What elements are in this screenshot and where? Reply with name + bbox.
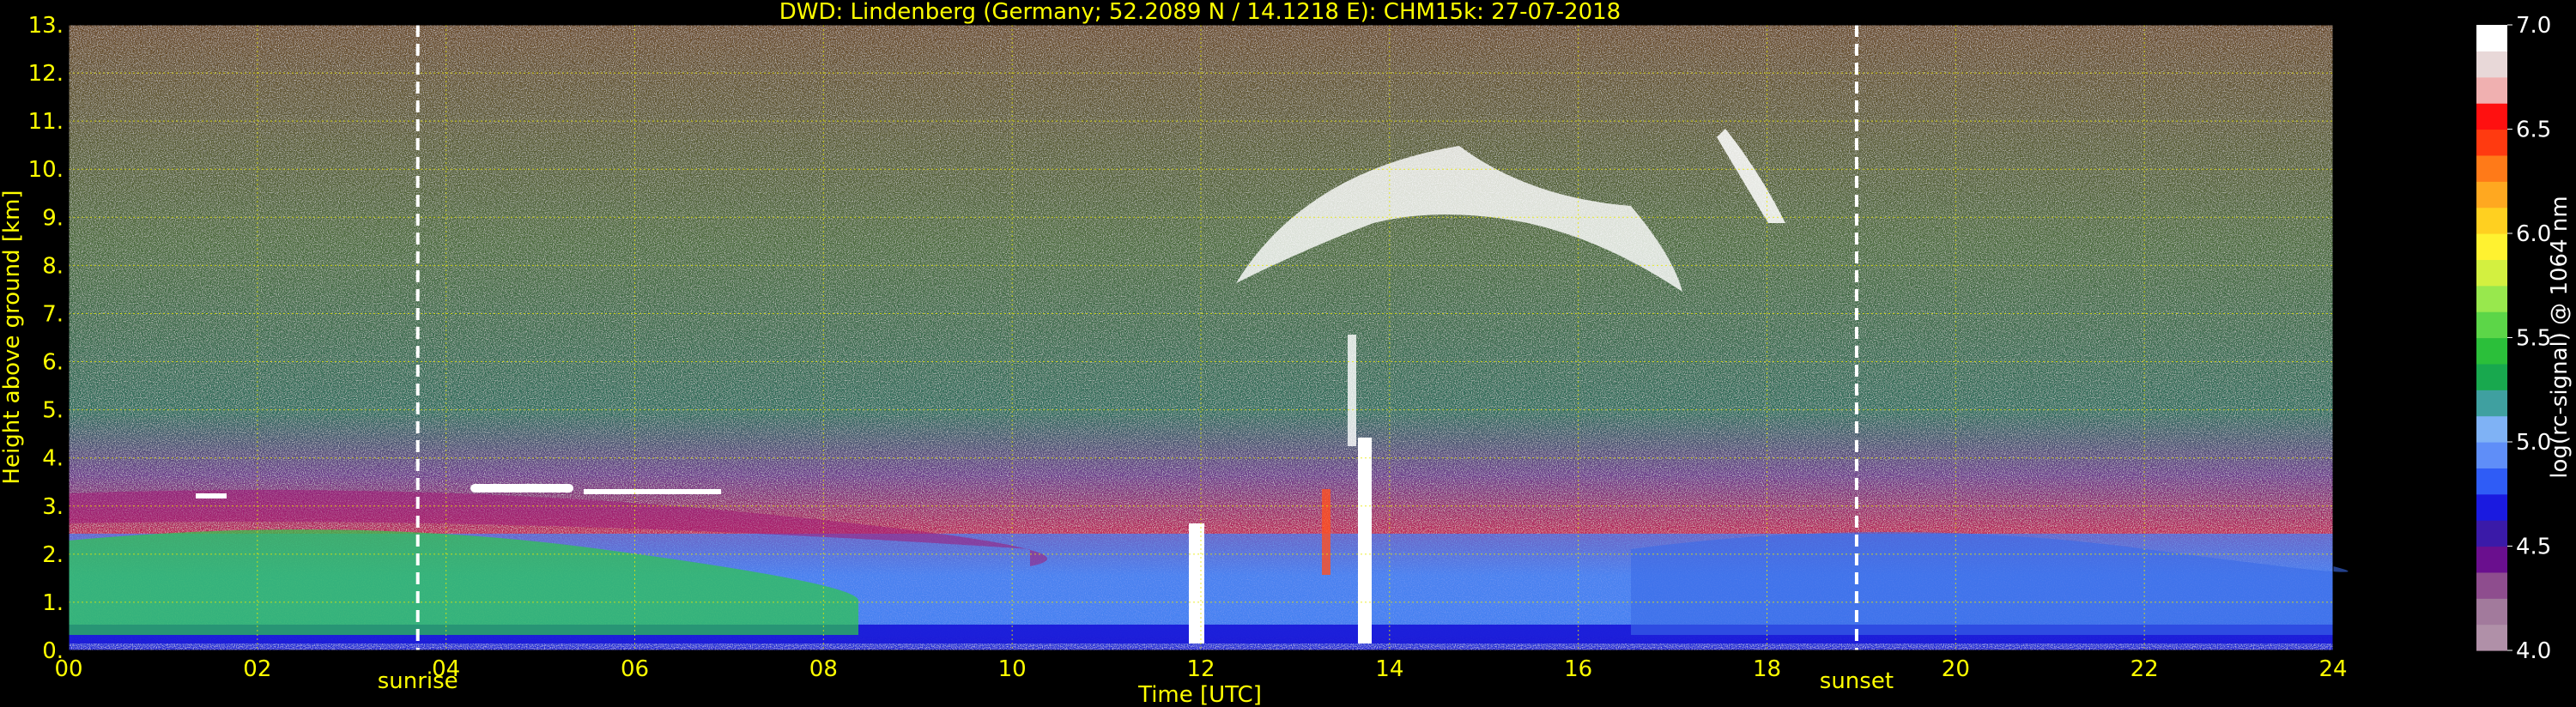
colorbar-segment: [2476, 207, 2507, 234]
y-tick-label: 2.: [42, 542, 64, 568]
y-tick-label: 1.: [42, 590, 64, 616]
colorbar-segment: [2476, 259, 2507, 287]
chart-title: DWD: Lindenberg (Germany; 52.2089 N / 14…: [779, 0, 1621, 25]
colorbar-label: log(rc-signal) @ 1064 nm: [2547, 196, 2573, 478]
colorbar-segment: [2476, 103, 2507, 130]
low-cloud-2: [470, 484, 573, 492]
colorbar-segment: [2476, 598, 2507, 625]
colorbar-segment: [2476, 520, 2507, 547]
colorbar-segment: [2476, 571, 2507, 599]
x-tick-label: 14: [1375, 656, 1403, 682]
plot-area: [68, 24, 2349, 651]
x-tick-label: 22: [2131, 656, 2159, 682]
y-tick-label: 3.: [42, 494, 64, 520]
colorbar-segment: [2476, 624, 2507, 651]
y-tick-label: 12.: [28, 61, 64, 87]
convective-column-4: [1348, 335, 1356, 446]
y-tick-label: 8.: [42, 253, 64, 279]
sunset-label: sunset: [1820, 668, 1894, 694]
colorbar-segment: [2476, 154, 2507, 182]
y-tick-label: 6.: [42, 350, 64, 376]
y-tick-label: 0.: [42, 638, 64, 664]
colorbar-segment: [2476, 233, 2507, 260]
colorbar-segment: [2476, 129, 2507, 156]
y-tick-label: 9.: [42, 205, 64, 231]
colorbar-segment: [2476, 25, 2507, 51]
y-tick-label: 5.: [42, 398, 64, 424]
sunrise-label: sunrise: [378, 668, 458, 694]
x-tick-label: 08: [809, 656, 838, 682]
y-tick-labels: 0. 1. 2. 3. 4. 5. 6. 7. 8. 9. 10. 11. 12. 13.: [28, 13, 64, 664]
colorbar-tick-label: 7.0: [2516, 13, 2551, 39]
colorbar-segment: [2476, 311, 2507, 339]
y-tick-label: 4.: [42, 446, 64, 472]
colorbar-segment: [2476, 363, 2507, 390]
convective-column-1: [1189, 523, 1204, 644]
colorbar: [2476, 25, 2507, 651]
y-axis-label: Height above ground [km]: [0, 190, 25, 484]
colorbar-segment: [2476, 493, 2507, 521]
colorbar-segment: [2476, 390, 2507, 417]
x-tick-label: 12: [1186, 656, 1215, 682]
x-tick-label: 18: [1753, 656, 1781, 682]
x-tick-label: 10: [998, 656, 1027, 682]
x-tick-label: 02: [243, 656, 271, 682]
x-tick-label: 24: [2318, 656, 2347, 682]
colorbar-segment: [2476, 468, 2507, 495]
colorbar-tick-label: 4.0: [2516, 638, 2551, 664]
convective-column-3: [1322, 489, 1330, 575]
ceilometer-chart: 00 02 04 06 08 10 12 14 16 18 20 22 24 0.1.2.3.4.5.6…: [0, 0, 2573, 707]
colorbar-tick-label: 6.5: [2516, 118, 2551, 143]
colorbar-segment: [2476, 546, 2507, 573]
low-cloud-3: [584, 489, 721, 494]
colorbar-segment: [2476, 415, 2507, 443]
colorbar-ticks: 4.04.55.05.56.06.57.0: [2507, 13, 2551, 664]
y-tick-label: 7.: [42, 301, 64, 327]
colorbar-segment: [2476, 285, 2507, 312]
x-tick-label: 16: [1564, 656, 1592, 682]
x-tick-label: 20: [1942, 656, 1970, 682]
x-axis-label: Time [UTC]: [1137, 682, 1262, 707]
colorbar-segment: [2476, 442, 2507, 468]
colorbar-segment: [2476, 76, 2507, 104]
y-tick-label: 10.: [28, 157, 64, 183]
sun-marker-labels: sunrise sunset: [378, 668, 1894, 694]
low-cloud-1: [196, 493, 227, 499]
colorbar-segment: [2476, 51, 2507, 78]
convective-column-2: [1358, 438, 1372, 644]
y-tick-label: 11.: [28, 109, 64, 135]
colorbar-segment: [2476, 337, 2507, 365]
x-tick-label: 06: [621, 656, 649, 682]
colorbar-tick-label: 4.5: [2516, 535, 2551, 560]
colorbar-segment: [2476, 181, 2507, 208]
y-tick-label: 13.: [28, 13, 64, 39]
